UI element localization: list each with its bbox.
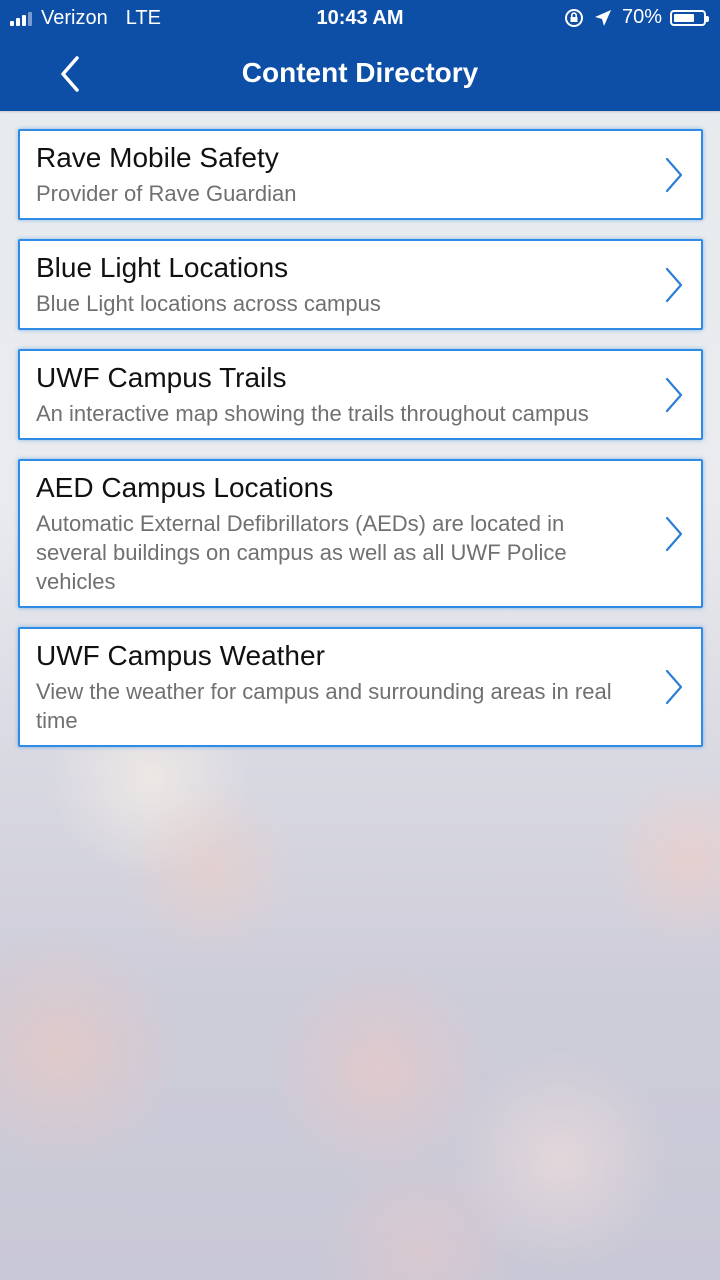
nav-bar: Content Directory <box>0 38 720 111</box>
directory-item-description: View the weather for campus and surround… <box>36 679 612 733</box>
battery-icon <box>670 9 709 26</box>
directory-item-title: UWF Campus Weather <box>36 640 325 671</box>
directory-item[interactable]: Blue Light Locations Blue Light locations… <box>18 239 703 330</box>
directory-item-description: Automatic External Defibrillators (AEDs)… <box>36 511 567 594</box>
chevron-right-icon <box>665 516 683 551</box>
directory-item-title: Rave Mobile Safety <box>36 142 279 173</box>
chevron-right-icon <box>665 377 683 412</box>
directory-item[interactable]: Rave Mobile Safety Provider of Rave Guard… <box>18 129 703 220</box>
page-title: Content Directory <box>241 57 479 88</box>
chevron-right-icon <box>665 669 683 705</box>
directory-item-title: UWF Campus Trails <box>36 362 287 393</box>
directory-item[interactable]: UWF Campus Weather View the weather for c… <box>18 627 703 747</box>
chevron-right-icon <box>665 267 683 302</box>
battery-percentage: 70% <box>621 6 662 28</box>
directory-item-title: Blue Light Locations <box>36 252 289 283</box>
directory-item-description: An interactive map showing the trails th… <box>36 401 589 426</box>
status-right: 70% <box>564 6 709 29</box>
chevron-right-icon <box>665 157 683 192</box>
status-bar: Verizon LTE 10:43 AM 70% <box>0 0 720 38</box>
directory-item[interactable]: AED Campus Locations Automatic External D… <box>18 459 703 608</box>
location-arrow-icon <box>594 9 612 27</box>
orientation-lock-icon <box>564 8 584 28</box>
directory-item-description: Blue Light locations across campus <box>36 291 381 316</box>
directory-item-description: Provider of Rave Guardian <box>36 181 297 206</box>
directory-list: Rave Mobile Safety Provider of Rave Guard… <box>18 129 703 766</box>
battery-fill <box>674 13 694 22</box>
directory-item[interactable]: UWF Campus Trails An interactive map show… <box>18 349 703 440</box>
directory-item-title: AED Campus Locations <box>36 472 334 503</box>
